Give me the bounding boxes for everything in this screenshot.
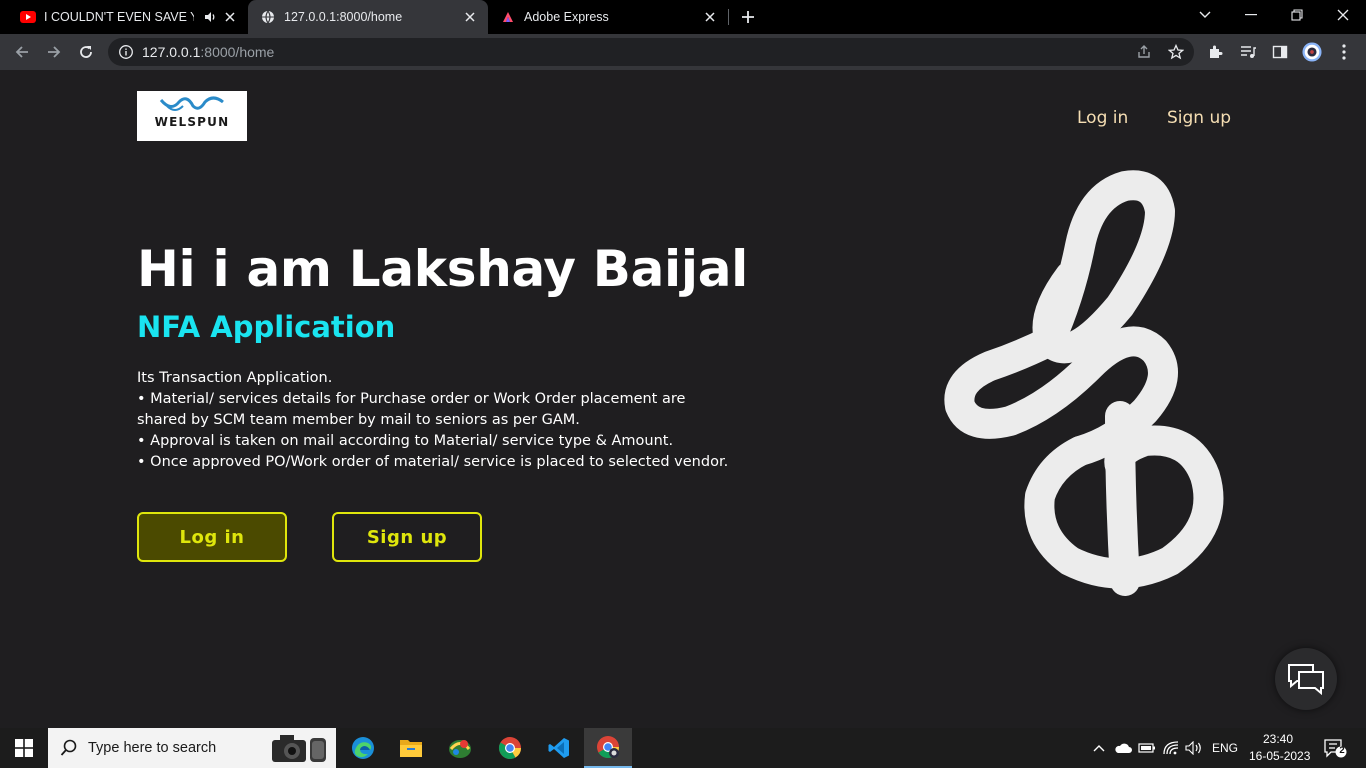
side-panel-icon[interactable] [1270,42,1290,62]
globe-icon [260,9,276,25]
nav-signup-link[interactable]: Sign up [1167,108,1231,128]
bookmark-star-icon[interactable] [1167,43,1185,61]
tab-title: 127.0.0.1:8000/home [284,10,403,24]
description-line: • Material/ services details for Purchas… [137,391,686,428]
web-page: WELSPUN Log in Sign up Hi i am Lakshay B… [0,70,1366,728]
app-icon [449,740,471,758]
back-button[interactable] [10,40,34,64]
close-tab-icon[interactable] [462,9,478,25]
onedrive-icon[interactable] [1113,738,1133,758]
language-indicator[interactable]: ENG [1212,741,1238,755]
logo-wave-icon [159,96,224,111]
lb-monogram-illustration [944,170,1224,596]
close-window-button[interactable] [1320,0,1366,30]
chat-widget-button[interactable] [1275,648,1337,710]
new-tab-button[interactable] [738,7,758,27]
chat-icon [1288,664,1324,695]
close-tab-icon[interactable] [702,9,718,25]
reload-button[interactable] [74,40,98,64]
search-placeholder: Type here to search [88,740,217,756]
battery-icon[interactable] [1137,738,1157,758]
camera-icon [272,735,326,762]
tab-youtube[interactable]: I COULDN'T EVEN SAVE YOU [0,0,248,34]
tab-title: I COULDN'T EVEN SAVE YOU [44,10,194,24]
taskbar-chrome-active[interactable] [584,728,632,768]
taskbar-edge[interactable] [339,728,387,768]
nav-login-link[interactable]: Log in [1077,108,1128,128]
tab-divider [728,9,729,25]
signup-button[interactable]: Sign up [332,512,482,562]
tab-adobe-express[interactable]: Adobe Express [488,0,728,34]
taskbar-file-explorer[interactable] [387,728,435,768]
edge-icon [352,737,374,759]
vscode-icon [548,738,569,758]
tab-home[interactable]: 127.0.0.1:8000/home [248,0,488,34]
tab-title: Adobe Express [524,10,609,24]
hero-description: Its Transaction Application. • Material/… [137,368,737,473]
minimize-button[interactable] [1228,0,1274,30]
notification-count: 2 [1339,745,1345,756]
youtube-icon [20,9,36,25]
address-bar[interactable]: 127.0.0.1:8000/home [108,38,1194,66]
login-button[interactable]: Log in [137,512,287,562]
taskbar-app[interactable] [436,728,484,768]
url-text: 127.0.0.1:8000/home [142,44,274,60]
logo-text: WELSPUN [154,115,230,129]
browser-tab-strip: I COULDN'T EVEN SAVE YOU 127.0.0.1:8000/… [0,0,1366,34]
description-line: Its Transaction Application. [137,370,333,386]
tab-search-button[interactable] [1182,0,1228,30]
taskbar-chrome[interactable] [486,728,534,768]
browser-menu-icon[interactable] [1334,42,1354,62]
restore-button[interactable] [1274,0,1320,30]
hero-subtitle: NFA Application [137,310,396,344]
notification-center-button[interactable]: 2 [1322,738,1348,758]
windows-taskbar: Type here to search ENG 23:40 16-05-2023… [0,728,1366,768]
volume-icon[interactable] [1184,738,1204,758]
speaker-icon[interactable] [203,10,217,24]
clock-date[interactable]: 16-05-2023 [1249,749,1310,763]
extensions-icon[interactable] [1206,42,1226,62]
start-button[interactable] [0,728,48,768]
chrome-active-icon [597,736,619,758]
taskbar-search-box[interactable]: Type here to search [48,728,336,768]
taskbar-vscode[interactable] [535,728,583,768]
wifi-icon[interactable] [1161,738,1181,758]
site-info-icon[interactable] [118,44,134,60]
description-line: • Once approved PO/Work order of materia… [137,454,729,470]
url-path: :8000/home [200,44,275,60]
search-icon [60,739,77,756]
media-control-icon[interactable] [1238,42,1258,62]
profile-avatar[interactable] [1302,42,1322,62]
description-line: • Approval is taken on mail according to… [137,433,674,449]
show-hidden-icons[interactable] [1089,738,1109,758]
welspun-logo[interactable]: WELSPUN [137,91,247,141]
windows-icon [15,739,33,757]
chrome-icon [499,737,521,759]
browser-toolbar: 127.0.0.1:8000/home [0,34,1366,70]
share-icon[interactable] [1135,43,1153,61]
hero-title: Hi i am Lakshay Baijal [137,240,749,298]
forward-button[interactable] [42,40,66,64]
adobe-express-icon [500,9,516,25]
close-tab-icon[interactable] [222,9,238,25]
file-explorer-icon [400,740,422,757]
clock-time[interactable]: 23:40 [1263,732,1293,746]
url-host: 127.0.0.1 [142,44,201,60]
